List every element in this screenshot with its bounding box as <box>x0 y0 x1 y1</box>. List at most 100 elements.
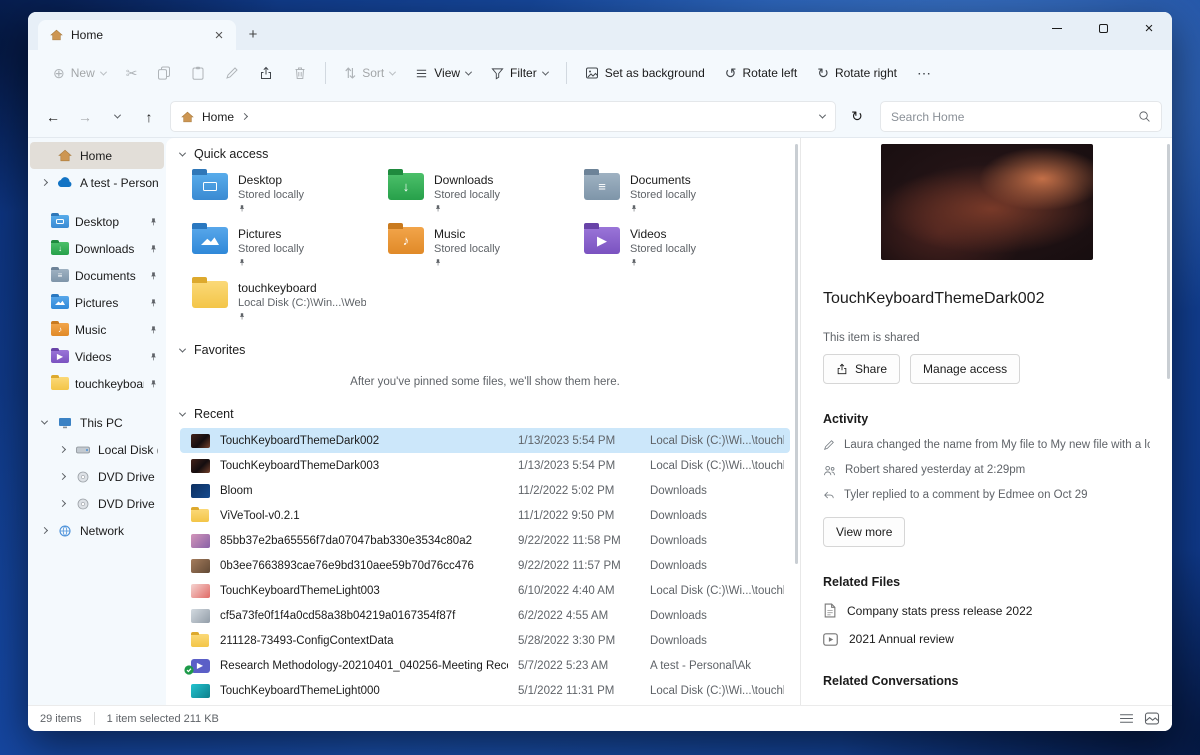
quick-access-desktop[interactable]: Desktop Stored locally <box>186 168 382 218</box>
file-row[interactable]: Office-guide-Small-3.6.2 4/28/2022 10:55… <box>180 703 790 705</box>
sidebar-item-this-pc[interactable]: This PC <box>30 409 164 436</box>
see-more-button[interactable]: ⋯ <box>908 57 940 89</box>
filter-button[interactable]: Filter <box>482 57 557 89</box>
file-row[interactable]: TouchKeyboardThemeDark003 1/13/2023 5:54… <box>180 453 790 478</box>
back-button[interactable]: ← <box>38 102 68 132</box>
chevron-right-icon[interactable] <box>56 447 68 452</box>
search-box[interactable] <box>880 101 1162 132</box>
document-icon <box>823 603 836 618</box>
file-row[interactable]: ▶ Research Methodology-20210401_040256-M… <box>180 653 790 678</box>
up-button[interactable]: ↑ <box>134 102 164 132</box>
rotate-right-button[interactable]: ↻ Rotate right <box>808 57 906 89</box>
chevron-right-icon[interactable] <box>38 180 50 185</box>
file-row[interactable]: ViVeTool-v0.2.1 11/1/2022 9:50 PM Downlo… <box>180 503 790 528</box>
file-row[interactable]: TouchKeyboardThemeLight000 5/1/2022 11:3… <box>180 678 790 703</box>
pin-icon <box>149 271 158 281</box>
pictures-folder-icon <box>50 296 70 309</box>
tab-home[interactable]: Home × <box>38 20 236 50</box>
close-button[interactable]: × <box>1126 12 1172 45</box>
toolbar-separator <box>325 62 326 84</box>
set-as-background-label: Set as background <box>605 66 705 80</box>
chevron-right-icon <box>241 113 248 120</box>
chevron-down-icon[interactable] <box>38 420 50 425</box>
section-quick-access[interactable]: Quick access <box>180 140 790 168</box>
sidebar-item-videos[interactable]: ▶ Videos <box>30 343 164 370</box>
tab-close-icon[interactable]: × <box>210 26 228 44</box>
paste-button <box>182 57 214 89</box>
rotate-left-button[interactable]: ↺ Rotate left <box>716 57 806 89</box>
sidebar-item-music[interactable]: ♪ Music <box>30 316 164 343</box>
section-favorites[interactable]: Favorites <box>180 336 790 364</box>
section-label: Quick access <box>194 147 268 161</box>
sidebar-item-downloads[interactable]: ↓ Downloads <box>30 235 164 262</box>
recent-locations-button[interactable] <box>102 102 132 132</box>
maximize-button[interactable] <box>1080 12 1126 45</box>
quick-access-documents[interactable]: ≡ Documents Stored locally <box>578 168 774 218</box>
quick-access-downloads[interactable]: ↓ Downloads Stored locally <box>382 168 578 218</box>
sidebar-item-local-disk[interactable]: Local Disk (C:) <box>30 436 164 463</box>
chevron-down-icon <box>542 68 549 75</box>
quick-access-pictures[interactable]: Pictures Stored locally <box>186 222 382 272</box>
thumbnails-view-icon[interactable] <box>1144 712 1160 725</box>
qa-name: touchkeyboard <box>238 281 366 295</box>
folder-icon <box>192 281 228 308</box>
file-row[interactable]: TouchKeyboardThemeLight003 6/10/2022 4:4… <box>180 578 790 603</box>
related-file-item[interactable]: Company stats press release 2022 <box>823 603 1150 618</box>
sidebar-item-touchkeyboard[interactable]: touchkeyboard <box>30 370 164 397</box>
paste-icon <box>191 66 205 80</box>
status-divider <box>94 712 95 725</box>
file-row[interactable]: 0b3ee7663893cae76e9bd310aee59b70d76cc476… <box>180 553 790 578</box>
file-row[interactable]: TouchKeyboardThemeDark002 1/13/2023 5:54… <box>180 428 790 453</box>
file-row[interactable]: cf5a73fe0f1f4a0cd58a38b04219a0167354f87f… <box>180 603 790 628</box>
file-row[interactable]: 211128-73493-ConfigContextData 5/28/2022… <box>180 628 790 653</box>
related-file-item[interactable]: 2021 Annual review <box>823 632 1150 646</box>
related-conversations-heading: Related Conversations <box>823 674 1150 688</box>
quick-access-touchkeyboard[interactable]: touchkeyboard Local Disk (C:)\Win...\Web <box>186 276 382 326</box>
home-icon <box>50 29 63 41</box>
sidebar-item-dvd-drive-1[interactable]: DVD Drive (D:) CC <box>30 463 164 490</box>
file-row[interactable]: Bloom 11/2/2022 5:02 PM Downloads <box>180 478 790 503</box>
sidebar-divider <box>30 196 164 208</box>
new-tab-button[interactable]: + <box>240 21 266 47</box>
file-row[interactable]: 85bb37e2ba65556f7da07047bab330e3534c80a2… <box>180 528 790 553</box>
manage-access-button[interactable]: Manage access <box>910 354 1020 384</box>
sidebar-item-desktop[interactable]: Desktop <box>30 208 164 235</box>
sidebar-item-network[interactable]: Network <box>30 517 164 544</box>
view-more-button[interactable]: View more <box>823 517 905 547</box>
sidebar-item-home[interactable]: Home <box>30 142 164 169</box>
chevron-right-icon[interactable] <box>38 528 50 533</box>
share-label: Share <box>855 362 887 376</box>
details-scrollbar[interactable] <box>1167 144 1170 379</box>
sidebar-item-documents[interactable]: ≡ Documents <box>30 262 164 289</box>
view-button[interactable]: View <box>406 57 480 89</box>
main-scrollbar[interactable] <box>795 144 798 564</box>
address-field[interactable]: Home <box>170 101 836 132</box>
sidebar-item-dvd-drive-2[interactable]: DVD Drive (D:) CCC <box>30 490 164 517</box>
folder-icon <box>190 509 210 522</box>
breadcrumb[interactable]: Home <box>202 110 234 124</box>
quick-access-music[interactable]: ♪ Music Stored locally <box>382 222 578 272</box>
titlebar[interactable]: Home × + × <box>28 12 1172 50</box>
sidebar-item-pictures[interactable]: Pictures <box>30 289 164 316</box>
sidebar-label: Videos <box>75 350 144 364</box>
address-dropdown-icon[interactable] <box>819 112 826 119</box>
favorites-empty-message: After you've pinned some files, we'll sh… <box>180 376 790 392</box>
share-button-details[interactable]: Share <box>823 354 900 384</box>
share-button[interactable] <box>250 57 282 89</box>
view-label: View <box>434 66 460 80</box>
section-recent[interactable]: Recent <box>180 400 790 428</box>
search-input[interactable] <box>891 110 1138 124</box>
refresh-button[interactable]: ↻ <box>842 102 872 132</box>
chevron-right-icon[interactable] <box>56 474 68 479</box>
chevron-right-icon[interactable] <box>56 501 68 506</box>
set-as-background-button[interactable]: Set as background <box>576 57 714 89</box>
sidebar-item-onedrive[interactable]: A test - Personal <box>30 169 164 196</box>
navigation-pane: Home A test - Personal Desktop ↓ Downloa… <box>28 138 166 705</box>
qa-name: Documents <box>630 173 696 187</box>
quick-access-videos[interactable]: ▶ Videos Stored locally <box>578 222 774 272</box>
reply-icon <box>823 490 835 501</box>
minimize-button[interactable] <box>1034 12 1080 45</box>
pictures-folder-icon <box>192 227 228 254</box>
refresh-icon: ↻ <box>851 108 863 125</box>
details-view-icon[interactable] <box>1119 712 1134 725</box>
